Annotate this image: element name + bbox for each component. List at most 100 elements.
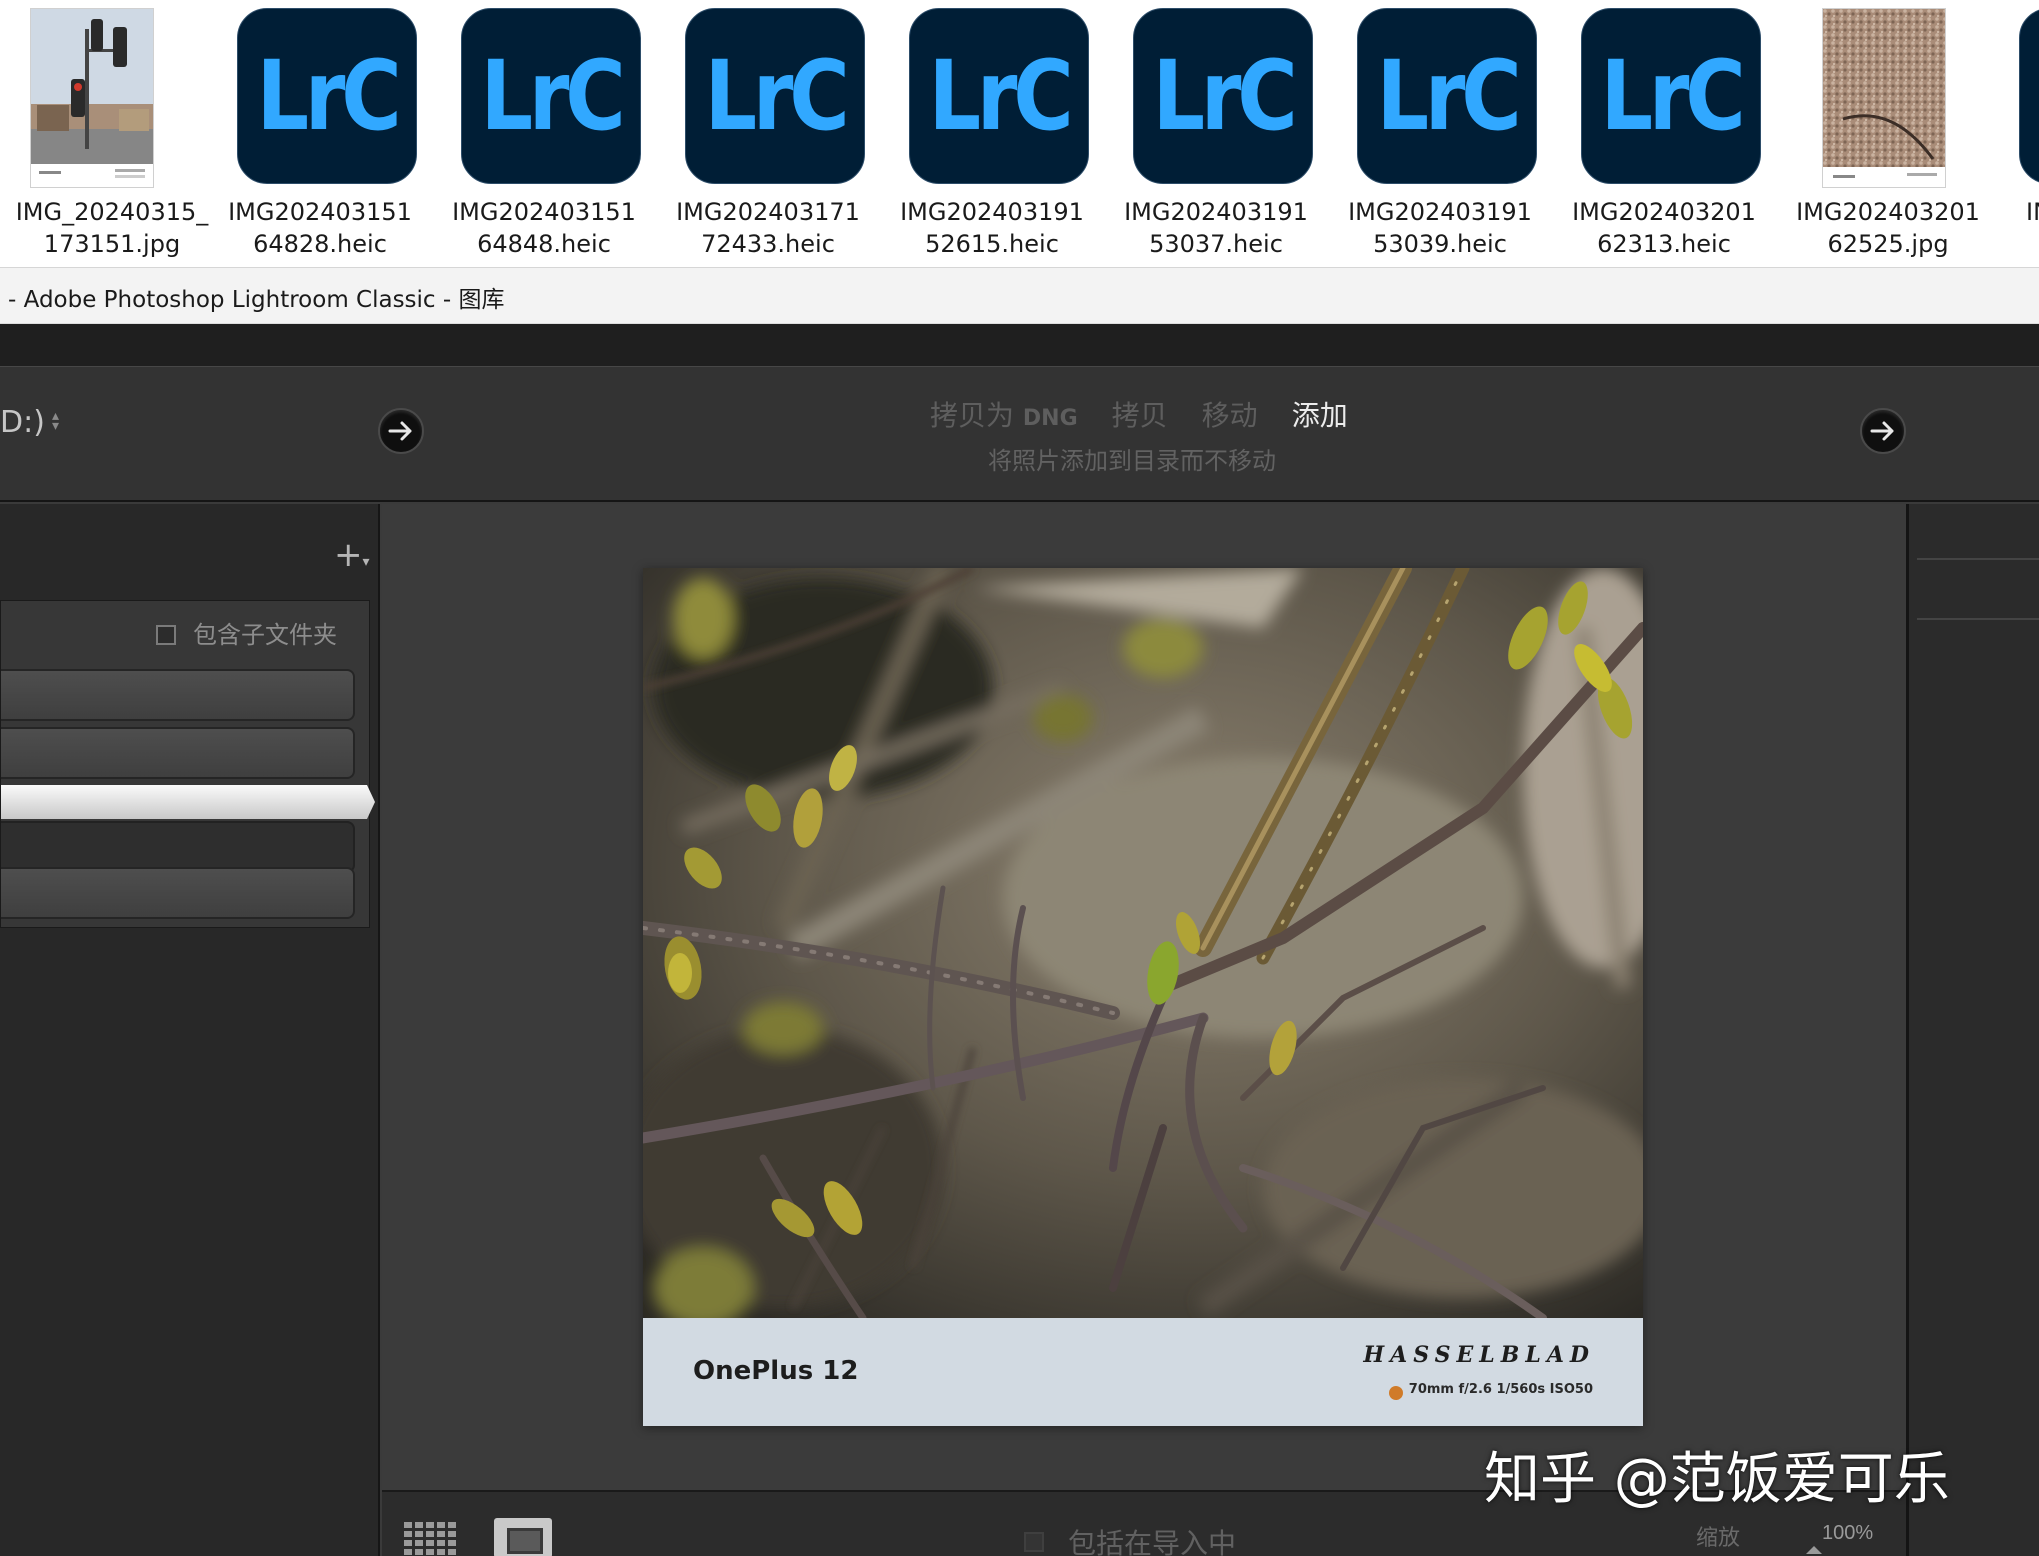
source-stepper-icon[interactable]: ▴ ▾: [52, 409, 59, 433]
preview-photo[interactable]: OnePlus 12 HASSELBLAD 70mm f/2.6 1/560s …: [643, 568, 1643, 1426]
file-item[interactable]: LrC IMG202403191 53037.heic: [1104, 0, 1328, 267]
grid-view-icon[interactable]: [404, 1520, 460, 1556]
zoom-value: 100%: [1822, 1522, 1874, 1544]
file-name-line2: 173151.jpg: [43, 230, 181, 258]
file-name-line1: IMG202403191: [900, 198, 1084, 226]
include-in-import-checkbox[interactable]: [1024, 1532, 1044, 1552]
lightroom-classic-icon: LrC: [1581, 8, 1761, 184]
file-name: IMG202403151 64848.heic: [432, 196, 656, 260]
file-name-line1: IMG202403201: [1572, 198, 1756, 226]
include-in-import-label: 包括在导入中: [1068, 1527, 1237, 1556]
include-subfolders-checkbox[interactable]: [156, 625, 176, 645]
lrc-file-icon: LrC: [432, 8, 656, 188]
loupe-view-icon[interactable]: [494, 1518, 552, 1556]
file-item[interactable]: LrC IMG202403201 62313.heic: [1552, 0, 1776, 267]
photo-thumbnail: [0, 8, 224, 188]
file-name: IMG202403171 72433.heic: [656, 196, 880, 260]
zoom-slider-thumb[interactable]: [1806, 1546, 1822, 1554]
file-name: IMG202403201 62525.jpg: [1776, 196, 2000, 260]
hasselblad-dot-icon: [1389, 1386, 1403, 1400]
mode-move[interactable]: 移动: [1202, 394, 1258, 434]
file-item[interactable]: LrC IN: [2000, 0, 2039, 267]
mode-label: 拷贝为: [930, 399, 1015, 432]
mode-suffix: DNG: [1022, 406, 1078, 431]
file-name-line1: IMG202403151: [228, 198, 412, 226]
lightroom-classic-icon: LrC: [237, 8, 417, 184]
file-name: IMG202403151 64828.heic: [208, 196, 432, 260]
zhihu-watermark: 知乎 @范饭爱可乐: [1484, 1447, 1950, 1512]
destination-panel: [1906, 504, 2039, 1556]
file-name-line1: IMG202403171: [676, 198, 860, 226]
file-item[interactable]: LrC IMG202403151 64848.heic: [432, 0, 656, 267]
file-name-line1: IMG202403151: [452, 198, 636, 226]
lightroom-classic-icon: LrC: [685, 8, 865, 184]
folder-row[interactable]: [1, 821, 355, 873]
file-name: IMG202403191 53037.heic: [1104, 196, 1328, 260]
file-name-line1: IN: [2026, 198, 2039, 226]
arrow-right-icon: [1870, 421, 1894, 441]
branch-photo-image: [643, 568, 1643, 1318]
lrc-file-icon: LrC: [1104, 8, 1328, 188]
arrow-right-icon: [388, 421, 412, 441]
file-name-line2: 62525.jpg: [1827, 230, 1949, 258]
file-item[interactable]: IMG202403201 62525.jpg: [1776, 0, 2000, 267]
file-name-line1: IMG202403191: [1124, 198, 1308, 226]
import-mode-tabs: 拷贝为 DNG 拷贝 移动 添加: [930, 394, 1348, 434]
file-explorer-strip: IMG_20240315_ 173151.jpg LrC IMG20240315…: [0, 0, 2039, 268]
lrc-icon-label: LrC: [1152, 40, 1297, 152]
add-icon[interactable]: +▾: [334, 538, 370, 572]
file-item[interactable]: LrC IMG202403191 53039.heic: [1328, 0, 1552, 267]
file-name: IMG202403201 62313.heic: [1552, 196, 1776, 260]
file-item[interactable]: LrC IMG202403171 72433.heic: [656, 0, 880, 267]
menu-strip: [0, 324, 2039, 366]
file-name-line2: 52615.heic: [925, 230, 1059, 258]
file-name: IMG_20240315_ 173151.jpg: [0, 196, 224, 260]
lrc-file-icon: LrC: [208, 8, 432, 188]
file-name-line2: 53039.heic: [1373, 230, 1507, 258]
file-name: IMG202403191 52615.heic: [880, 196, 1104, 260]
gravel-thumbnail-image: [1822, 8, 1946, 188]
lrc-icon-label: LrC: [1600, 40, 1745, 152]
lrc-file-icon: LrC: [1552, 8, 1776, 188]
mode-copy[interactable]: 拷贝: [1112, 394, 1168, 434]
folder-row-selected[interactable]: [1, 785, 375, 819]
destination-arrow-button[interactable]: [1860, 408, 1906, 454]
file-name-line2: 53037.heic: [1149, 230, 1283, 258]
source-panel: +▾ 包含子文件夹: [0, 504, 380, 1556]
include-subfolders-label: 包含子文件夹: [193, 621, 337, 649]
photo-thumbnail: [1776, 8, 2000, 188]
hasselblad-logo: HASSELBLAD: [1363, 1342, 1595, 1368]
lrc-icon-label: LrC: [480, 40, 625, 152]
file-item[interactable]: LrC IMG202403191 52615.heic: [880, 0, 1104, 267]
lightroom-classic-icon: LrC: [1133, 8, 1313, 184]
mode-add[interactable]: 添加: [1292, 394, 1348, 434]
file-item[interactable]: IMG_20240315_ 173151.jpg: [0, 0, 224, 267]
folder-row[interactable]: [1, 727, 355, 779]
lrc-icon-label: LrC: [1376, 40, 1521, 152]
folder-row[interactable]: [1, 669, 355, 721]
folder-row[interactable]: [1, 867, 355, 919]
exif-info: 70mm f/2.6 1/560s ISO50: [1408, 1382, 1593, 1397]
import-header: D:) ▴ ▾ 拷贝为 DNG 拷贝 移动 添加 将照片添加到目录而不移动: [0, 366, 2039, 502]
file-name-line2: 64848.heic: [477, 230, 611, 258]
file-name-line2: 64828.heic: [253, 230, 387, 258]
lightroom-classic-icon: LrC: [909, 8, 1089, 184]
window-titlebar[interactable]: - Adobe Photoshop Lightroom Classic - 图库: [0, 268, 2039, 324]
lightroom-classic-icon: LrC: [2019, 8, 2039, 184]
panel-divider: [1917, 558, 2039, 560]
mode-copy-as-dng[interactable]: 拷贝为 DNG: [930, 394, 1078, 434]
traffic-light-thumbnail-image: [30, 8, 154, 188]
file-item[interactable]: LrC IMG202403151 64828.heic: [208, 0, 432, 267]
file-name: IN: [2026, 196, 2039, 228]
source-arrow-button[interactable]: [378, 408, 424, 454]
zoom-label: 缩放: [1696, 1526, 1741, 1551]
photo-watermark-frame: OnePlus 12 HASSELBLAD 70mm f/2.6 1/560s …: [643, 1318, 1643, 1426]
camera-model-label: OnePlus 12: [693, 1356, 859, 1386]
window-title: - Adobe Photoshop Lightroom Classic - 图库: [8, 287, 505, 313]
folder-list: 包含子文件夹: [0, 600, 375, 928]
lightroom-classic-icon: LrC: [1357, 8, 1537, 184]
panel-divider: [1917, 618, 2039, 620]
source-drive-label[interactable]: D:): [0, 405, 45, 440]
lrc-file-icon: LrC: [656, 8, 880, 188]
lrc-icon-label: LrC: [256, 40, 401, 152]
